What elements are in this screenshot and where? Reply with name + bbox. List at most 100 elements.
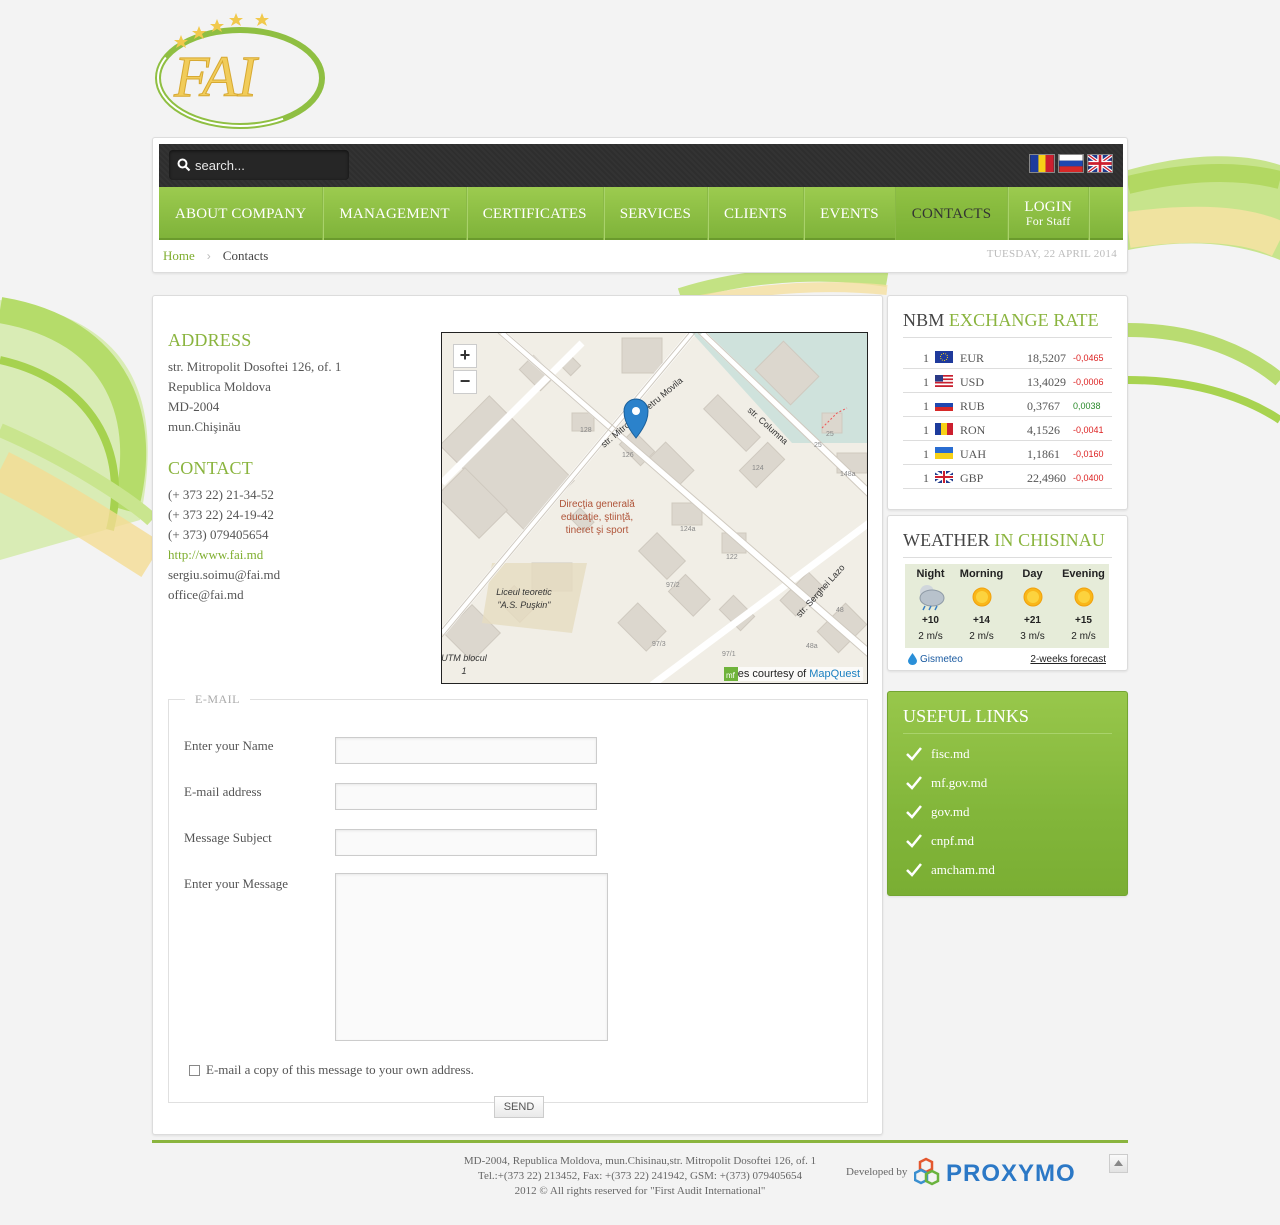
map-house-number: 48 bbox=[836, 607, 844, 614]
logo-text: FAI bbox=[173, 44, 259, 109]
mapquest-link[interactable]: MapQuest bbox=[809, 668, 860, 680]
useful-links-title: USEFUL LINKS bbox=[903, 706, 1030, 726]
scroll-to-top-button[interactable] bbox=[1109, 1154, 1128, 1173]
website-link[interactable]: http://www.fai.md bbox=[168, 547, 263, 562]
copy-checkbox[interactable] bbox=[189, 1064, 200, 1076]
breadcrumb-home[interactable]: Home bbox=[163, 248, 195, 264]
email-address: office@fai.md bbox=[168, 587, 244, 602]
temperature: +15 bbox=[1075, 615, 1092, 626]
proxymo-logo[interactable]: PROXYMO bbox=[914, 1156, 1094, 1190]
subject-label: Message Subject bbox=[184, 830, 272, 845]
search-input[interactable] bbox=[195, 155, 345, 175]
useful-link[interactable]: mf.gov.md bbox=[906, 775, 987, 791]
rate-amount: 1 bbox=[923, 423, 929, 437]
subject-field[interactable] bbox=[335, 829, 597, 856]
nav-label: EVENTS bbox=[820, 205, 879, 222]
nav-label: CERTIFICATES bbox=[482, 205, 587, 222]
map-poi-label: "A.S. Puşkin" bbox=[498, 600, 552, 610]
forecast-link[interactable]: 2-weeks forecast bbox=[1030, 654, 1106, 665]
name-field[interactable] bbox=[335, 737, 597, 764]
arrow-up-icon bbox=[1114, 1160, 1123, 1166]
useful-link[interactable]: gov.md bbox=[906, 804, 970, 820]
map-poi-label: Direcţia generală bbox=[559, 499, 635, 510]
link-label: mf.gov.md bbox=[931, 775, 988, 790]
gismeteo-drop-icon bbox=[908, 653, 917, 665]
nav-about-company[interactable]: ABOUT COMPANY bbox=[159, 187, 324, 240]
rate-change: -0,0006 bbox=[1073, 377, 1104, 387]
address-line: Republica Moldova bbox=[168, 379, 271, 394]
rate-change: 0,0038 bbox=[1073, 401, 1101, 411]
sun-icon bbox=[1074, 587, 1093, 607]
nav-clients[interactable]: CLIENTS bbox=[708, 187, 805, 240]
nav-certificates[interactable]: CERTIFICATES bbox=[467, 187, 604, 240]
nav-services[interactable]: SERVICES bbox=[604, 187, 708, 240]
map-zoom-in-button[interactable]: + bbox=[453, 344, 477, 368]
weather-period: Evening +15 2 m/s bbox=[1058, 564, 1109, 648]
nav-label: LOGIN bbox=[1024, 199, 1072, 215]
checkmark-icon bbox=[906, 834, 922, 848]
rate-row: 1 GBP 22,4960 -0,0400 bbox=[903, 465, 1112, 489]
weather-period: Day +21 3 m/s bbox=[1007, 564, 1058, 648]
weather-widget: WEATHER IN CHISINAU Night +10 2 m/s Morn… bbox=[887, 515, 1128, 671]
map-house-number: 148a bbox=[840, 471, 856, 478]
weather-period: Morning +14 2 m/s bbox=[956, 564, 1007, 648]
name-label: Enter your Name bbox=[184, 738, 274, 753]
nav-label: ABOUT COMPANY bbox=[175, 205, 307, 222]
useful-links-widget: USEFUL LINKS fisc.md mf.gov.md gov.md cn… bbox=[887, 691, 1128, 896]
email-field[interactable] bbox=[335, 783, 597, 810]
search-box bbox=[169, 150, 349, 180]
nav-label: MANAGEMENT bbox=[339, 205, 450, 222]
rate-value: 18,5207 bbox=[1027, 351, 1066, 365]
nav-events[interactable]: EVENTS bbox=[804, 187, 896, 240]
rate-row: 1 UAH 1,1861 -0,0160 bbox=[903, 441, 1112, 465]
nav-management[interactable]: MANAGEMENT bbox=[323, 187, 467, 240]
breadcrumb: Home › Contacts bbox=[163, 248, 268, 264]
weather-footer: Gismeteo 2-weeks forecast bbox=[905, 650, 1109, 668]
footer-copyright: 2012 © All rights reserved for "First Au… bbox=[514, 1185, 766, 1197]
nav-label: CONTACTS bbox=[911, 205, 992, 222]
nav-label: SERVICES bbox=[619, 205, 691, 222]
rate-amount: 1 bbox=[923, 447, 929, 461]
language-switcher bbox=[1029, 154, 1113, 173]
temperature: +14 bbox=[973, 615, 990, 626]
rate-value: 1,1861 bbox=[1027, 447, 1060, 461]
ru-flag-icon[interactable] bbox=[1058, 154, 1084, 173]
phone-number: (+ 373 22) 21-34-52 bbox=[168, 487, 274, 502]
map-attribution: Tiles courtesy of MapQuest mf bbox=[723, 667, 863, 681]
divider bbox=[903, 337, 1112, 338]
wind-speed: 2 m/s bbox=[969, 631, 994, 642]
ro-flag-icon[interactable] bbox=[1029, 154, 1055, 173]
map-house-number: 122 bbox=[726, 554, 738, 561]
rate-row: 1 RON 4,1526 -0,0041 bbox=[903, 417, 1112, 441]
nav-login[interactable]: LOGIN For Staff bbox=[1008, 187, 1089, 240]
nav-contacts[interactable]: CONTACTS bbox=[895, 187, 1009, 240]
map-zoom-out-button[interactable]: − bbox=[453, 370, 477, 394]
message-field[interactable] bbox=[335, 873, 608, 1041]
map-poi-label: 1 bbox=[461, 666, 466, 676]
rate-change: -0,0041 bbox=[1073, 425, 1104, 435]
cloudy-rain-icon bbox=[919, 585, 944, 611]
currency-code: RON bbox=[960, 423, 986, 437]
search-icon[interactable] bbox=[177, 158, 191, 172]
exchange-rate-widget: NBM EXCHANGE RATE 1 EUR 18,5207 -0,0465 … bbox=[887, 295, 1128, 510]
title-part: EXCHANGE RATE bbox=[948, 310, 1099, 330]
link-label: gov.md bbox=[931, 804, 970, 819]
svg-text:mf: mf bbox=[726, 671, 736, 680]
useful-link[interactable]: fisc.md bbox=[906, 746, 970, 762]
send-button[interactable]: SEND bbox=[494, 1096, 544, 1118]
rate-row: 1 USD 13,4029 -0,0006 bbox=[903, 369, 1112, 393]
address-section: ADDRESS str. Mitropolit Dosoftei 126, of… bbox=[168, 330, 341, 437]
location-map[interactable]: str. Mitropolit Petru Movila str. Column… bbox=[441, 332, 868, 684]
phone-number: (+ 373 22) 24-19-42 bbox=[168, 507, 274, 522]
gb-flag-icon[interactable] bbox=[1087, 154, 1113, 173]
map-house-number: 97/3 bbox=[652, 641, 666, 648]
gismeteo-link[interactable]: Gismeteo bbox=[920, 654, 963, 665]
map-house-number: 48a bbox=[806, 643, 818, 650]
useful-link[interactable]: cnpf.md bbox=[906, 833, 974, 849]
address-line: str. Mitropolit Dosoftei 126, of. 1 bbox=[168, 359, 342, 374]
fai-logo[interactable]: FAI bbox=[152, 8, 332, 130]
useful-link[interactable]: amcham.md bbox=[906, 862, 995, 878]
temperature: +10 bbox=[922, 615, 939, 626]
title-part: NBM bbox=[903, 310, 949, 330]
main-nav: ABOUT COMPANY MANAGEMENT CERTIFICATES SE… bbox=[159, 187, 1123, 240]
